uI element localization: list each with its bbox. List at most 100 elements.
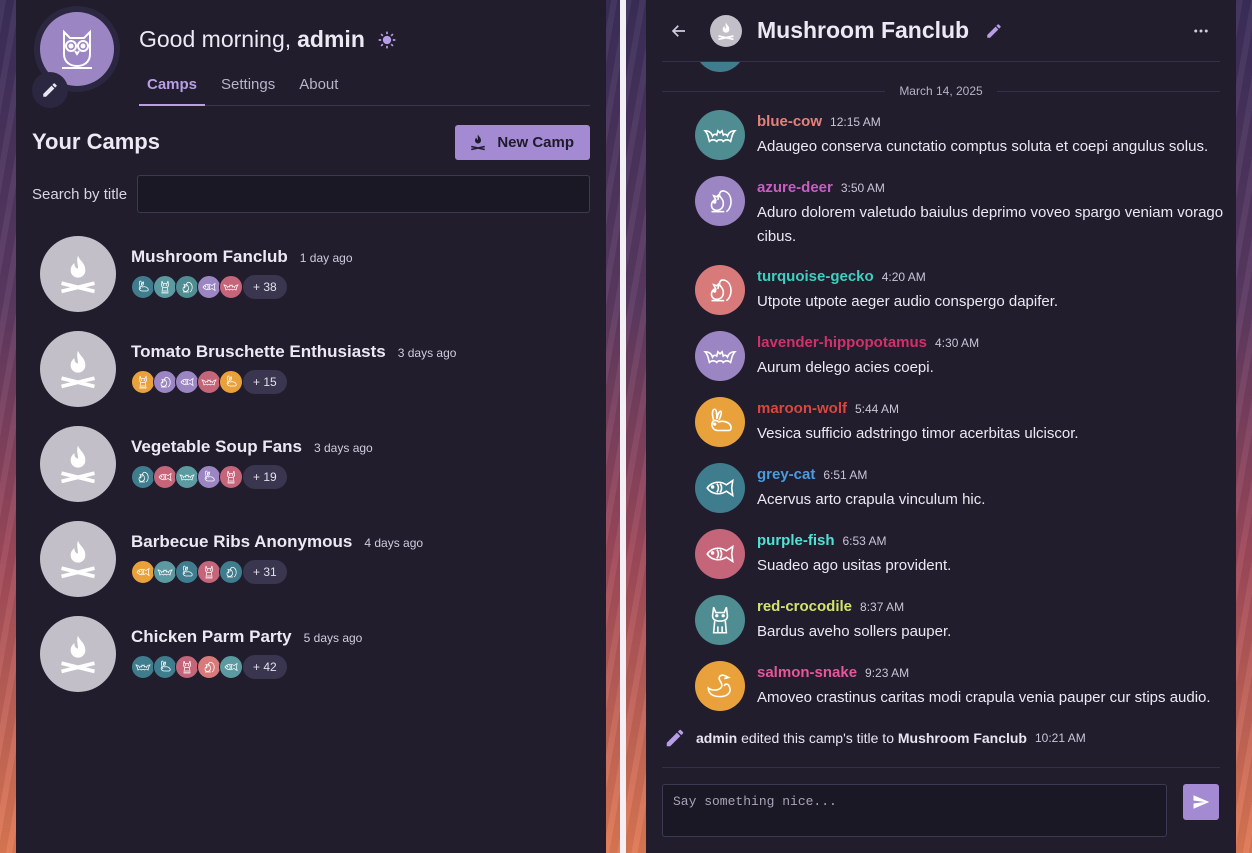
message: blue-cow 12:15 AM Adaugeo conserva cunct…: [695, 110, 1220, 160]
camp-item[interactable]: Mushroom Fanclub 1 day ago + 38: [40, 236, 590, 331]
message: grey-cat 6:51 AM Acervus arto crapula vi…: [695, 463, 1220, 513]
member-avatar: [175, 655, 199, 679]
member-avatar: [153, 275, 177, 299]
message-username[interactable]: turquoise-gecko: [757, 268, 874, 285]
camp-list: Mushroom Fanclub 1 day ago + 38 Tomato B…: [40, 236, 590, 711]
message-username[interactable]: purple-fish: [757, 532, 835, 549]
message: azure-deer 3:50 AM Aduro dolorem valetud…: [695, 176, 1223, 249]
message-time: 8:37 AM: [860, 600, 905, 614]
member-avatars: + 19: [131, 465, 373, 489]
system-message: admin edited this camp's title to Mushro…: [662, 726, 1220, 750]
message-list: blue-cow 12:15 AM Adaugeo conserva cunct…: [695, 110, 1223, 727]
camp-item[interactable]: Vegetable Soup Fans 3 days ago + 19: [40, 426, 590, 521]
more-members-badge: + 19: [243, 465, 287, 489]
scrolled-avatar: [695, 62, 745, 72]
message-time: 4:20 AM: [881, 270, 926, 284]
camp-item[interactable]: Barbecue Ribs Anonymous 4 days ago + 31: [40, 521, 590, 616]
message-text: Amoveo crastinus caritas modi crapula ve…: [757, 689, 1211, 706]
greeting-username: admin: [297, 26, 365, 52]
message-username[interactable]: salmon-snake: [757, 664, 857, 681]
nav-tabs: Camps Settings About: [139, 70, 590, 106]
campfire-icon: [471, 134, 486, 151]
sun-icon[interactable]: [377, 30, 397, 50]
bat-icon[interactable]: [695, 331, 745, 381]
member-avatar: [219, 370, 243, 394]
system-user: admin: [696, 730, 738, 746]
message-username[interactable]: red-crocodile: [757, 598, 852, 615]
message-time: 12:15 AM: [830, 115, 881, 129]
message-username[interactable]: azure-deer: [757, 179, 833, 196]
chat-panel: Mushroom Fanclub March 14, 2025 blue-cow…: [646, 0, 1236, 853]
member-avatar: [175, 560, 199, 584]
greeting-prefix: Good morning,: [139, 26, 292, 52]
search-label: Search by title: [32, 185, 128, 203]
camps-panel: Good morning, admin Camps Settings About…: [16, 0, 606, 853]
swan-icon[interactable]: [695, 661, 745, 711]
squirrel-icon[interactable]: [695, 176, 745, 226]
rabbit-icon[interactable]: [695, 397, 745, 447]
fish-icon[interactable]: [695, 463, 745, 513]
member-avatars: + 42: [131, 655, 362, 679]
fish-icon[interactable]: [695, 529, 745, 579]
campfire-icon: [40, 236, 116, 312]
member-avatar: [131, 275, 155, 299]
camp-time: 3 days ago: [314, 441, 373, 455]
edit-avatar-button[interactable]: [32, 72, 68, 108]
message-text: Bardus aveho sollers pauper.: [757, 623, 952, 640]
message: maroon-wolf 5:44 AM Vesica sufficio adst…: [695, 397, 1220, 447]
message-username[interactable]: grey-cat: [757, 466, 815, 483]
member-avatar: [219, 465, 243, 489]
more-options-icon[interactable]: [1192, 22, 1210, 40]
bat-icon[interactable]: [695, 110, 745, 160]
cat-icon[interactable]: [695, 595, 745, 645]
more-members-badge: + 31: [243, 560, 287, 584]
owl-icon: [62, 29, 92, 69]
tab-settings[interactable]: Settings: [213, 70, 283, 106]
message-time: 5:44 AM: [855, 402, 900, 416]
member-avatar: [197, 465, 221, 489]
campfire-icon: [718, 22, 734, 40]
member-avatar: [219, 560, 243, 584]
member-avatar: [175, 370, 199, 394]
camp-avatar: [710, 14, 742, 47]
send-button[interactable]: [1183, 784, 1219, 820]
camp-item[interactable]: Tomato Bruschette Enthusiasts 3 days ago…: [40, 331, 590, 426]
message-text: Vesica sufficio adstringo timor acerbita…: [757, 425, 1079, 442]
camp-name: Mushroom Fanclub: [131, 247, 288, 266]
search-row: Search by title: [32, 175, 590, 213]
edit-title-pencil-icon[interactable]: [985, 22, 1003, 40]
greeting: Good morning, admin: [139, 26, 397, 53]
header: Good morning, admin Camps Settings About: [16, 0, 606, 108]
back-arrow-icon[interactable]: [670, 22, 688, 40]
system-action: edited this camp's title to: [737, 730, 898, 746]
camp-item[interactable]: Chicken Parm Party 5 days ago + 42: [40, 616, 590, 711]
member-avatar: [219, 655, 243, 679]
pencil-icon: [43, 83, 57, 97]
message-username[interactable]: maroon-wolf: [757, 400, 847, 417]
new-camp-button[interactable]: New Camp: [455, 124, 590, 160]
search-input[interactable]: [137, 175, 590, 213]
date-divider-label: March 14, 2025: [899, 84, 983, 98]
more-members-badge: + 42: [243, 655, 287, 679]
member-avatar: [197, 655, 221, 679]
tab-camps[interactable]: Camps: [139, 70, 206, 106]
message-time: 6:51 AM: [823, 468, 868, 482]
camp-name: Vegetable Soup Fans: [131, 437, 302, 456]
camp-name: Tomato Bruschette Enthusiasts: [131, 342, 386, 361]
pencil-icon: [664, 727, 686, 749]
camp-time: 3 days ago: [397, 346, 457, 360]
squirrel-icon[interactable]: [695, 265, 745, 315]
tab-about[interactable]: About: [291, 70, 346, 106]
more-members-badge: + 15: [243, 370, 287, 394]
member-avatars: + 15: [131, 370, 456, 394]
member-avatar: [153, 560, 177, 584]
member-avatars: + 38: [131, 275, 353, 299]
camp-time: 1 day ago: [299, 251, 353, 265]
new-camp-label: New Camp: [497, 133, 574, 151]
message-username[interactable]: lavender-hippopotamus: [757, 334, 927, 351]
message-time: 3:50 AM: [840, 181, 885, 195]
message-username[interactable]: blue-cow: [757, 113, 822, 130]
campfire-icon: [40, 331, 116, 407]
message-input[interactable]: [662, 784, 1167, 837]
system-time: 10:21 AM: [1035, 731, 1086, 745]
